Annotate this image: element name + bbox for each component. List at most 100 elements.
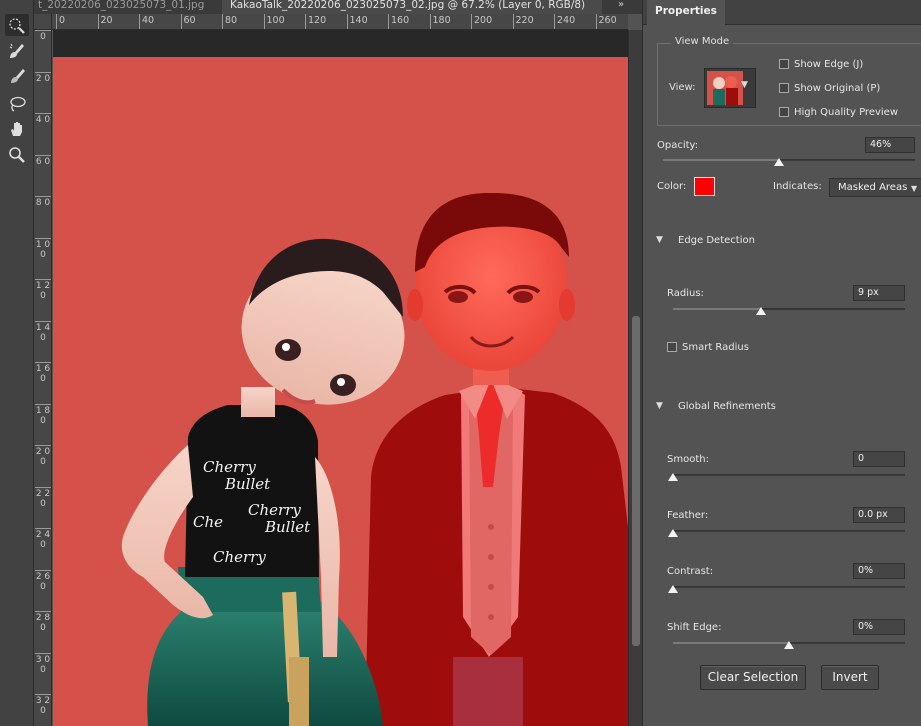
ruler-top-tick: 200 bbox=[471, 14, 492, 29]
canvas-image: Cherry Bullet Cherry Bullet Che Cherry bbox=[53, 57, 628, 726]
checkbox-box[interactable] bbox=[779, 83, 789, 93]
document-tab-1-label: t_20220206_023025073_01.jpg bbox=[38, 0, 205, 11]
ruler-top-tick: 0 bbox=[56, 14, 65, 29]
hand-icon[interactable] bbox=[5, 118, 29, 140]
radius-slider-thumb[interactable] bbox=[756, 307, 767, 315]
radius-slider[interactable] bbox=[673, 308, 905, 310]
smooth-slider-thumb[interactable] bbox=[668, 473, 678, 481]
vertical-scrollbar-thumb[interactable] bbox=[632, 316, 640, 646]
panel-tab-bar: Properties bbox=[643, 0, 921, 25]
checkbox-box[interactable] bbox=[667, 342, 677, 352]
ruler-left-tick: 2 4 0 bbox=[35, 528, 51, 550]
brush-icon[interactable] bbox=[5, 65, 29, 87]
tabs-overflow-icon[interactable]: » bbox=[618, 0, 624, 10]
ruler-top-tick: 100 bbox=[263, 14, 285, 29]
ruler-left-tick: 0 bbox=[35, 30, 51, 42]
edge-detection-heading[interactable]: Edge Detection bbox=[678, 235, 755, 246]
properties-panel: Properties View Mode View: ▼ Show Edge (… bbox=[642, 0, 921, 726]
contrast-label: Contrast: bbox=[667, 566, 714, 577]
tools-panel bbox=[0, 0, 34, 726]
shift-edge-slider-thumb[interactable] bbox=[784, 641, 794, 649]
smooth-label: Smooth: bbox=[667, 454, 709, 465]
opacity-label: Opacity: bbox=[657, 140, 699, 151]
feather-slider-thumb[interactable] bbox=[668, 529, 678, 537]
ruler-left-tick: 2 6 0 bbox=[35, 569, 51, 592]
ruler-top: 020406080100120140160180200220240260280 bbox=[52, 14, 628, 30]
indicates-label: Indicates: bbox=[773, 181, 822, 192]
ruler-top-tick: 180 bbox=[429, 14, 451, 29]
view-label: View: bbox=[669, 82, 696, 93]
opacity-slider[interactable] bbox=[663, 159, 915, 161]
opacity-slider-thumb[interactable] bbox=[773, 158, 784, 166]
svg-text:Bullet: Bullet bbox=[224, 475, 271, 493]
chevron-down-icon[interactable]: ▼ bbox=[741, 80, 748, 90]
feather-label: Feather: bbox=[667, 510, 709, 521]
color-label: Color: bbox=[657, 181, 687, 192]
chevron-down-icon[interactable]: ▼ bbox=[656, 235, 663, 245]
shift-edge-slider-fill bbox=[673, 642, 789, 644]
ruler-left-tick: 8 0 bbox=[35, 196, 51, 208]
view-mode-dropdown[interactable] bbox=[704, 68, 756, 108]
ruler-left-tick: 1 2 0 bbox=[35, 279, 51, 301]
smooth-slider[interactable] bbox=[673, 474, 905, 476]
ruler-left-tick: 2 8 0 bbox=[35, 611, 51, 633]
shift-edge-field[interactable]: 0% bbox=[853, 619, 905, 635]
ruler-top-tick: 140 bbox=[346, 14, 368, 29]
invert-button[interactable]: Invert bbox=[821, 665, 879, 690]
ruler-left-tick: 4 0 bbox=[35, 113, 51, 125]
ruler-left-tick: 1 8 0 bbox=[35, 403, 51, 426]
opacity-slider-fill bbox=[663, 159, 779, 161]
ruler-top-tick: 260 bbox=[595, 14, 617, 29]
zoom-icon[interactable] bbox=[5, 144, 29, 166]
ruler-corner bbox=[34, 14, 52, 30]
radius-field[interactable]: 9 px bbox=[853, 285, 905, 301]
clear-selection-button[interactable]: Clear Selection bbox=[700, 665, 806, 690]
ruler-top-tick: 220 bbox=[512, 14, 534, 29]
ruler-top-tick: 20 bbox=[97, 14, 113, 29]
ruler-left-tick: 2 2 0 bbox=[35, 486, 51, 509]
quick-selection-icon[interactable] bbox=[5, 14, 29, 36]
checkbox-box[interactable] bbox=[779, 59, 789, 69]
svg-text:Bullet: Bullet bbox=[264, 518, 311, 536]
ruler-top-tick: 160 bbox=[388, 14, 409, 29]
svg-text:Che: Che bbox=[193, 513, 223, 531]
contrast-slider-thumb[interactable] bbox=[668, 585, 678, 593]
contrast-field[interactable]: 0% bbox=[853, 563, 905, 579]
opacity-field[interactable]: 46% bbox=[865, 137, 915, 153]
global-refinements-heading[interactable]: Global Refinements bbox=[678, 401, 776, 412]
svg-text:Cherry: Cherry bbox=[203, 458, 256, 476]
svg-text:Cherry: Cherry bbox=[248, 501, 301, 519]
chevron-down-icon[interactable]: ▼ bbox=[911, 184, 917, 193]
high-quality-preview-checkbox[interactable]: High Quality Preview bbox=[779, 105, 898, 119]
feather-field[interactable]: 0.0 px bbox=[853, 507, 905, 523]
ruler-left-tick: 1 0 0 bbox=[35, 237, 51, 260]
document-tab-2[interactable]: KakaoTalk_20220206_023025073_02.jpg @ 67… bbox=[222, 0, 602, 14]
checkbox-box[interactable] bbox=[779, 107, 789, 117]
show-original-checkbox[interactable]: Show Original (P) bbox=[779, 81, 880, 95]
lasso-icon[interactable] bbox=[5, 93, 29, 115]
show-edge-checkbox[interactable]: Show Edge (J) bbox=[779, 57, 863, 71]
refine-edge-brush-icon[interactable] bbox=[5, 40, 29, 62]
vertical-scrollbar[interactable] bbox=[628, 30, 642, 726]
chevron-down-icon[interactable]: ▼ bbox=[656, 401, 663, 411]
high-quality-preview-label: High Quality Preview bbox=[794, 106, 898, 118]
document-tab-1[interactable]: t_20220206_023025073_01.jpg bbox=[34, 0, 214, 14]
ruler-left: 0 2 0 4 0 6 0 8 0 1 0 0 1 2 0 1 4 0 1 6 0 1 8 0 2 … bbox=[34, 30, 52, 726]
ruler-left-tick: 2 0 0 bbox=[35, 445, 51, 467]
ruler-left-tick: 1 6 0 bbox=[35, 362, 51, 384]
tab-properties[interactable]: Properties bbox=[647, 0, 725, 25]
color-swatch[interactable] bbox=[694, 177, 715, 196]
ruler-top-tick: 120 bbox=[305, 14, 326, 29]
view-mode-thumbnail bbox=[707, 71, 743, 105]
ruler-top-tick: 240 bbox=[554, 14, 575, 29]
radius-label: Radius: bbox=[667, 288, 704, 299]
canvas-area[interactable]: Cherry Bullet Cherry Bullet Che Cherry bbox=[53, 30, 628, 726]
smooth-field[interactable]: 0 bbox=[853, 451, 905, 467]
show-edge-label: Show Edge (J) bbox=[794, 58, 864, 70]
contrast-slider[interactable] bbox=[673, 586, 905, 588]
ruler-left-tick: 6 0 bbox=[35, 154, 51, 167]
document-tab-bar: t_20220206_023025073_01.jpg × KakaoTalk_… bbox=[34, 0, 642, 14]
indicates-dropdown[interactable]: Masked Areas bbox=[829, 178, 921, 197]
feather-slider[interactable] bbox=[673, 530, 905, 532]
smart-radius-checkbox[interactable]: Smart Radius bbox=[667, 340, 749, 354]
